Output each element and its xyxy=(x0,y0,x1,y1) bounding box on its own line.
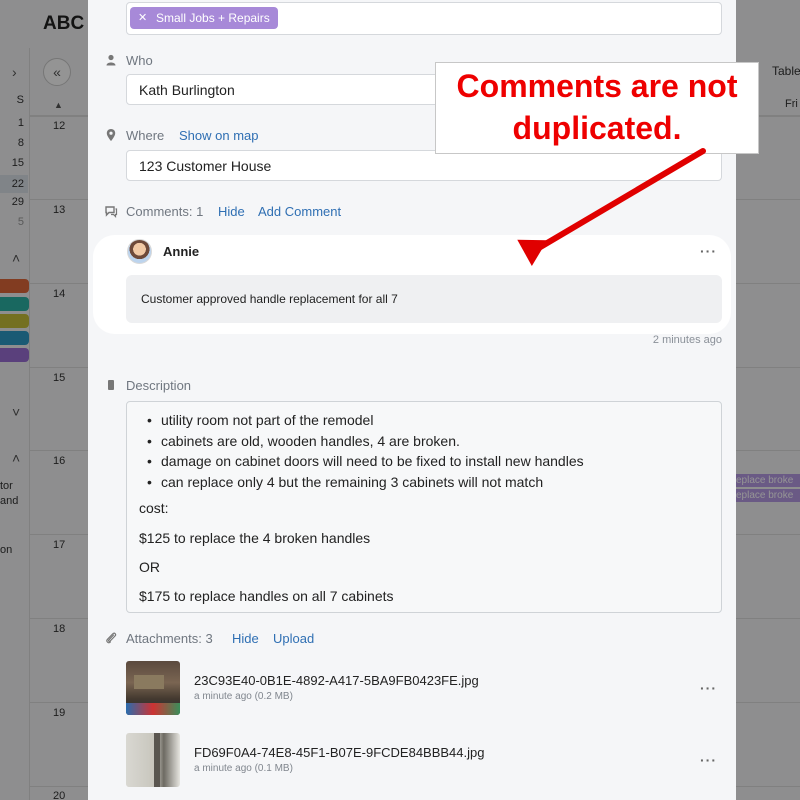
attachment-meta: a minute ago (0.2 MB) xyxy=(194,691,293,702)
person-icon xyxy=(106,54,116,66)
attachment-filename[interactable]: 23C93E40-0B1E-4892-A417-5BA9FB0423FE.jpg xyxy=(194,673,479,688)
where-field[interactable]: 123 Customer House xyxy=(126,150,722,181)
comment-text: Customer approved handle replacement for… xyxy=(126,275,722,323)
attachment-thumbnail[interactable] xyxy=(126,661,180,715)
attachment-meta: a minute ago (0.1 MB) xyxy=(194,763,293,774)
description-bullet: damage on cabinet doors will need to be … xyxy=(145,451,584,472)
hide-attachments-link[interactable]: Hide xyxy=(232,631,259,646)
description-label: Description xyxy=(126,378,192,393)
upload-link[interactable]: Upload xyxy=(273,631,314,646)
description-line: $175 to replace handles on all 7 cabinet… xyxy=(139,588,394,604)
thumbnail-detail xyxy=(134,675,164,689)
description-line: cost: xyxy=(139,500,169,516)
annotation-line: Comments are not xyxy=(456,68,738,104)
annotation-callout: Comments are not duplicated. xyxy=(435,62,759,154)
description-field[interactable]: utility room not part of the remodel cab… xyxy=(126,401,722,613)
thumbnail-detail xyxy=(126,703,180,715)
avatar xyxy=(127,239,152,264)
paperclip-icon xyxy=(106,632,117,644)
description-line: OR xyxy=(139,559,160,575)
who-label: Who xyxy=(126,53,153,68)
show-on-map-link[interactable]: Show on map xyxy=(179,128,259,143)
add-comment-link[interactable]: Add Comment xyxy=(258,204,341,219)
description-bullet: utility room not part of the remodel xyxy=(145,410,584,431)
comment-timestamp: 2 minutes ago xyxy=(652,334,722,346)
remove-tag-icon[interactable]: ✕ xyxy=(138,7,147,29)
hide-comments-link[interactable]: Hide xyxy=(218,204,245,219)
comments-label: Comments: 1 xyxy=(126,204,204,219)
thumbnail-detail xyxy=(154,733,160,787)
attachments-label: Attachments: 3 xyxy=(126,631,213,646)
description-line: $125 to replace the 4 broken handles xyxy=(139,530,371,546)
description-bullets: utility room not part of the remodel cab… xyxy=(145,410,584,492)
category-tag: ✕ Small Jobs + Repairs xyxy=(130,7,278,29)
attachment-thumbnail[interactable] xyxy=(126,733,180,787)
attachment-filename[interactable]: FD69F0A4-74E8-45F1-B07E-9FCDE84BBB44.jpg xyxy=(194,745,484,760)
where-label: Where xyxy=(126,128,165,143)
more-options-icon[interactable]: ··· xyxy=(700,680,717,696)
location-pin-icon xyxy=(106,129,116,141)
description-bullet: cabinets are old, wooden handles, 4 are … xyxy=(145,431,584,452)
annotation-line: duplicated. xyxy=(512,110,682,146)
more-options-icon[interactable]: ··· xyxy=(700,243,717,259)
category-tag-label: Small Jobs + Repairs xyxy=(156,11,270,25)
more-options-icon[interactable]: ··· xyxy=(700,752,717,768)
description-icon xyxy=(108,380,114,390)
description-bullet: can replace only 4 but the remaining 3 c… xyxy=(145,472,584,493)
comment-author: Annie xyxy=(163,244,200,259)
comments-icon xyxy=(105,206,118,218)
